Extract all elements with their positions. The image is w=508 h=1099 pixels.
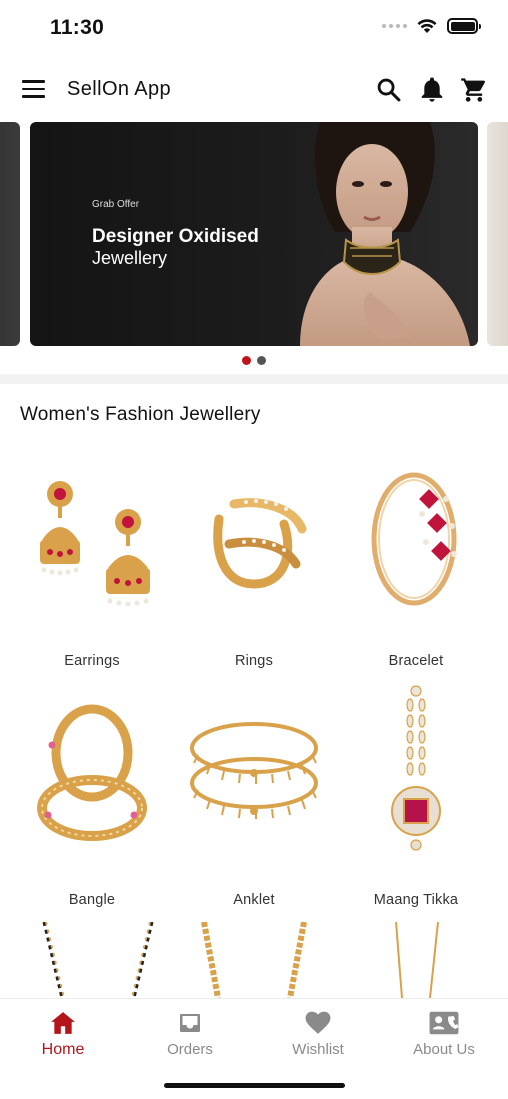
search-icon[interactable] [375,76,403,104]
nav-label: About Us [413,1041,475,1058]
category-bracelet[interactable]: Bracelet [346,444,486,669]
category-maang-tikka[interactable]: Maang Tikka [346,683,486,908]
cart-icon[interactable] [460,76,488,104]
banner-slide-current[interactable]: Grab Offer Designer Oxidised Jewellery [30,122,478,346]
carousel-dots [0,356,508,365]
banner-slide-next[interactable] [487,122,508,346]
category-label: Maang Tikka [373,892,459,908]
banner-model-image [300,122,470,346]
carousel-dot-active[interactable] [242,356,251,365]
section-title: Women's Fashion Jewellery [20,404,261,425]
signal-icon [382,24,407,28]
battery-icon [447,18,481,34]
home-icon [51,1012,75,1034]
status-time: 11:30 [50,16,105,39]
nav-about-us[interactable]: About Us [389,1011,499,1058]
menu-icon[interactable] [22,80,45,98]
banner-eyebrow: Grab Offer [92,199,140,210]
category-label: Rings [234,653,274,669]
nav-wishlist[interactable]: Wishlist [263,1011,373,1058]
rings-image [184,444,324,634]
status-icons [382,18,481,34]
category-earrings[interactable]: Earrings [22,444,162,669]
section-divider [0,374,508,384]
nav-label: Home [41,1041,85,1058]
wifi-icon [417,18,437,33]
category-label: Anklet [233,892,275,908]
app-bar: SellOn App [0,60,508,120]
category-label: Earrings [64,653,120,669]
app-title: SellOn App [67,78,172,100]
banner-title: Designer Oxidised [92,226,259,247]
status-bar: 11:30 [0,0,508,56]
nav-orders[interactable]: Orders [135,1011,245,1058]
maang-tikka-image [346,683,486,873]
category-bangle[interactable]: Bangle [22,683,162,908]
bracelet-image [346,444,486,634]
category-anklet[interactable]: Anklet [184,683,324,908]
category-rings[interactable]: Rings [184,444,324,669]
bangle-image [22,683,162,873]
heart-icon [305,1011,331,1034]
bell-icon[interactable] [418,76,446,104]
category-label: Bangle [68,892,116,908]
category-label: Bracelet [388,653,444,669]
earrings-image [22,444,162,634]
home-indicator [164,1083,345,1088]
nav-label: Wishlist [292,1041,344,1058]
banner-slide-previous[interactable] [0,122,20,346]
banner-carousel[interactable]: Grab Offer Designer Oxidised Jewellery [0,122,508,348]
carousel-dot[interactable] [257,356,266,365]
contact-card-icon [429,1011,459,1035]
banner-subtitle: Jewellery [92,248,168,268]
anklet-image [184,683,324,873]
nav-label: Orders [167,1041,213,1058]
inbox-icon [180,1014,200,1032]
nav-home[interactable]: Home [8,1011,118,1059]
